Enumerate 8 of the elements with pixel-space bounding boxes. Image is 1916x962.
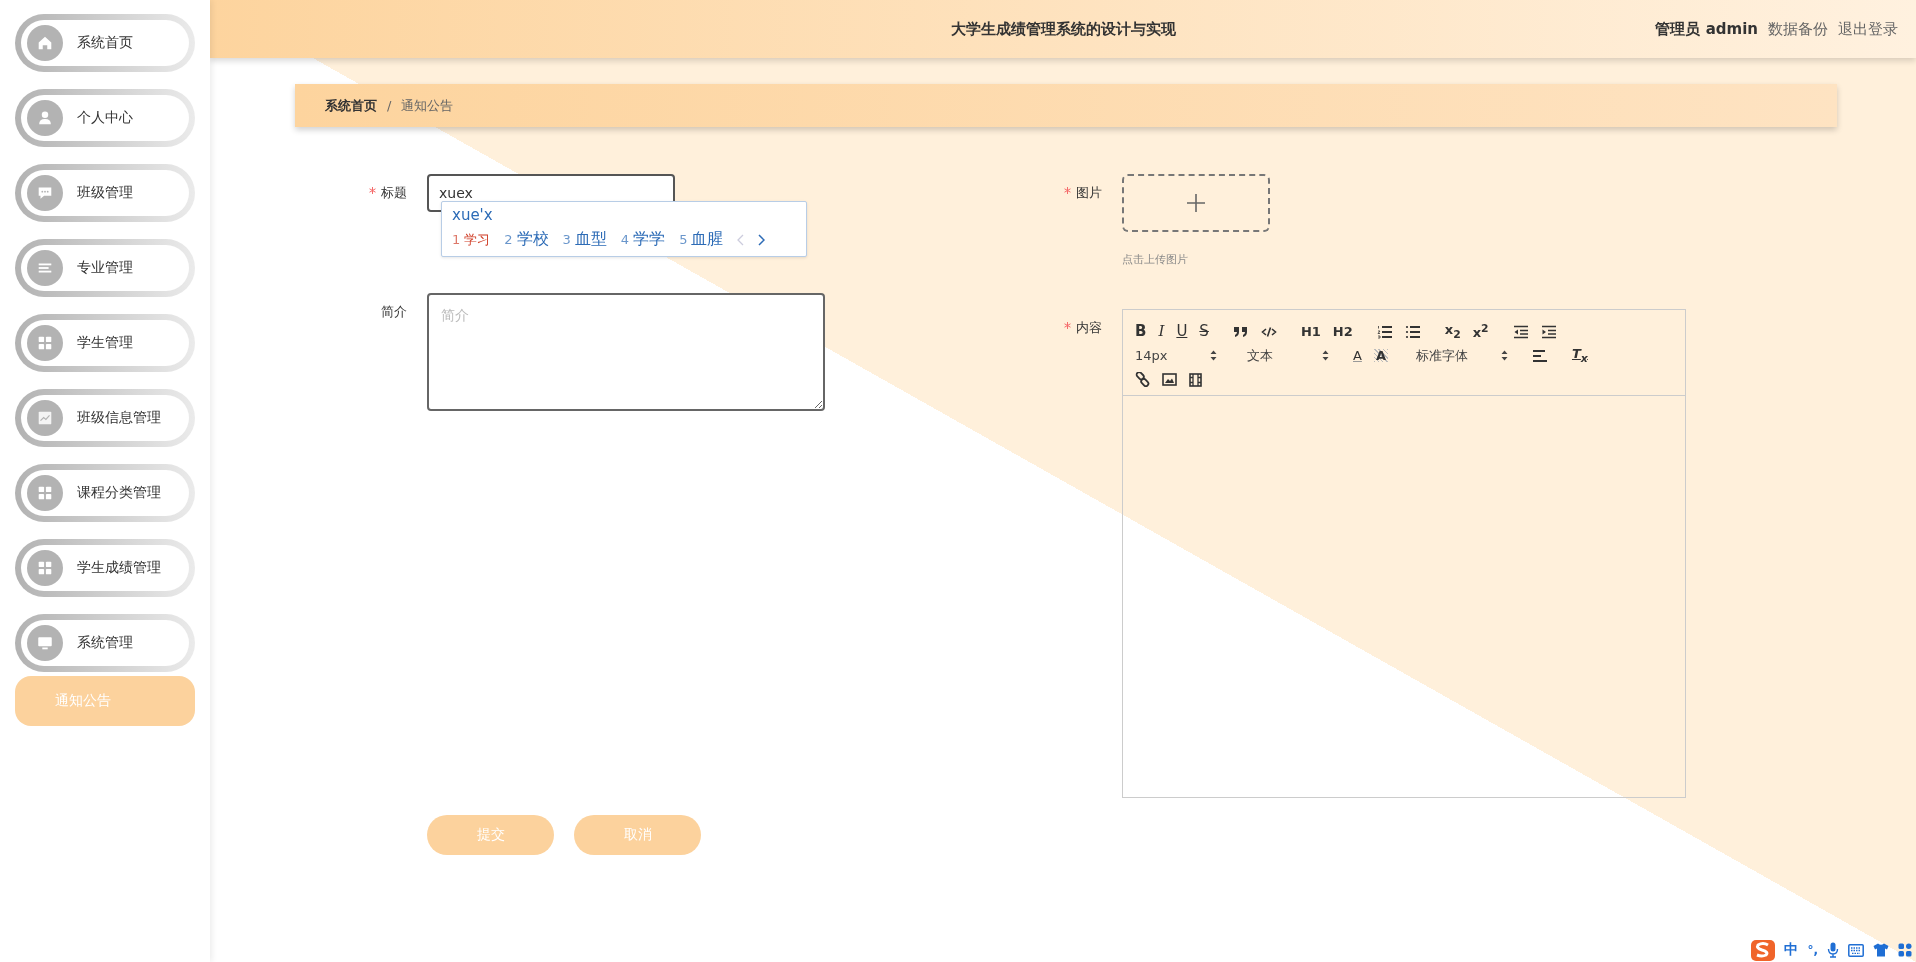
upload-hint: 点击上传图片 bbox=[1122, 252, 1189, 267]
field-label: 简介 bbox=[381, 303, 407, 321]
user-label: 管理员 admin bbox=[1655, 19, 1758, 39]
app-title: 大学生成绩管理系统的设计与实现 bbox=[950, 19, 1176, 39]
breadcrumb-separator: / bbox=[387, 98, 392, 113]
field-label: 标题 bbox=[381, 184, 407, 202]
field-label: 内容 bbox=[1076, 319, 1102, 337]
field-label: 图片 bbox=[1076, 184, 1102, 202]
